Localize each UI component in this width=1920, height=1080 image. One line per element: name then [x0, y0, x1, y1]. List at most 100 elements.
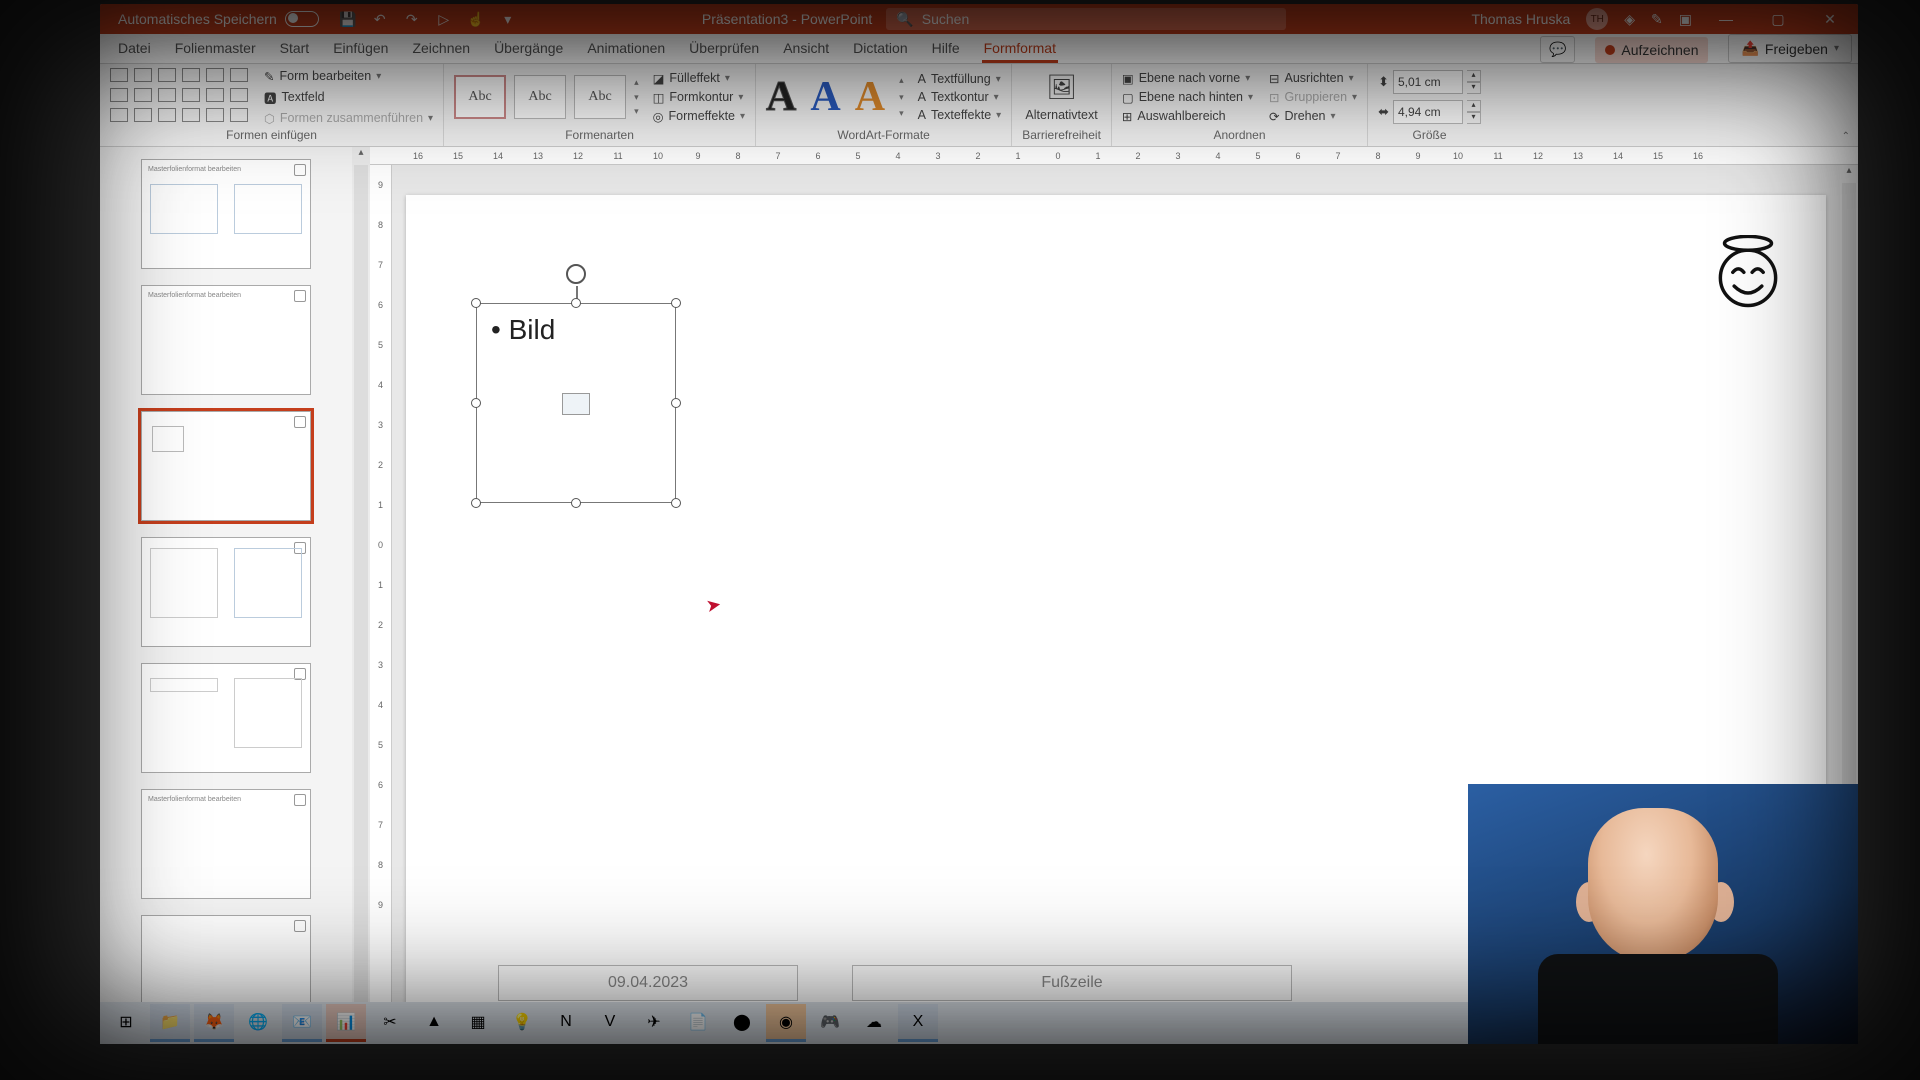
layout-thumb-3-selected[interactable] [141, 411, 311, 521]
layout-thumb-1[interactable]: Masterfolienformat bearbeiten [141, 159, 311, 269]
onenote-icon[interactable]: N [546, 1004, 586, 1042]
user-name-label[interactable]: Thomas Hruska [1471, 11, 1570, 27]
tab-animationen[interactable]: Animationen [585, 34, 667, 63]
resize-handle[interactable] [471, 298, 481, 308]
wordart-preset-2[interactable]: A [810, 73, 840, 121]
edit-shape-button[interactable]: ✎ Form bearbeiten ▾ [264, 69, 433, 84]
shape-fill-button[interactable]: ◪ Fülleffekt ▾ [653, 71, 745, 86]
undo-icon[interactable]: ↶ [371, 10, 389, 28]
spin-up-icon[interactable]: ▴ [1467, 70, 1481, 82]
textbox-button[interactable]: 🅰 Textfeld [264, 88, 433, 107]
spin-down-icon[interactable]: ▾ [1467, 82, 1481, 94]
record-dot-icon [1605, 45, 1615, 55]
diamond-icon[interactable]: ◈ [1624, 11, 1635, 28]
thumb-scrollbar[interactable]: ▴▾ [352, 147, 370, 1020]
send-backward-button[interactable]: ▢ Ebene nach hinten ▾ [1122, 90, 1253, 105]
selected-picture-placeholder[interactable]: • Bild [476, 303, 676, 503]
tab-start[interactable]: Start [278, 34, 312, 63]
style-preset-3[interactable]: Abc [574, 75, 626, 119]
start-from-beginning-icon[interactable]: ▷ [435, 10, 453, 28]
resize-handle[interactable] [671, 498, 681, 508]
align-button[interactable]: ⊟ Ausrichten ▾ [1269, 71, 1357, 86]
shape-effects-button[interactable]: ◎ Formeffekte ▾ [653, 109, 745, 124]
resize-handle[interactable] [471, 398, 481, 408]
explorer-icon[interactable]: 📁 [150, 1004, 190, 1042]
excel-icon[interactable]: X [898, 1004, 938, 1042]
powerpoint-icon[interactable]: 📊 [326, 1004, 366, 1042]
window-icon[interactable]: ▣ [1679, 11, 1692, 28]
ribbon-content: ✎ Form bearbeiten ▾ 🅰 Textfeld ⬡ Formen … [100, 64, 1858, 147]
footer-placeholder[interactable]: Fußzeile [852, 965, 1292, 1001]
start-button[interactable]: ⊞ [106, 1004, 146, 1042]
app-icon[interactable]: 💡 [502, 1004, 542, 1042]
wordart-preset-1[interactable]: A [766, 73, 796, 121]
tab-formformat[interactable]: Formformat [982, 34, 1058, 63]
qat-more-icon[interactable]: ▾ [499, 10, 517, 28]
record-button[interactable]: Aufzeichnen [1595, 37, 1708, 63]
maximize-button[interactable]: ▢ [1760, 4, 1796, 34]
app-icon[interactable]: ▦ [458, 1004, 498, 1042]
resize-handle[interactable] [571, 498, 581, 508]
chrome-icon[interactable]: 🌐 [238, 1004, 278, 1042]
tab-einfuegen[interactable]: Einfügen [331, 34, 390, 63]
height-field[interactable]: 5,01 cm [1393, 70, 1463, 94]
layout-thumb-4[interactable] [141, 537, 311, 647]
style-preset-2[interactable]: Abc [514, 75, 566, 119]
style-preset-1[interactable]: Abc [454, 75, 506, 119]
close-button[interactable]: ✕ [1812, 4, 1848, 34]
user-avatar[interactable]: TH [1586, 8, 1608, 30]
tab-hilfe[interactable]: Hilfe [930, 34, 962, 63]
resize-handle[interactable] [471, 498, 481, 508]
text-effects-button[interactable]: A Texteffekte ▾ [918, 108, 1002, 122]
layout-thumb-2[interactable]: Masterfolienformat bearbeiten [141, 285, 311, 395]
share-button[interactable]: 📤Freigeben▾ [1728, 34, 1852, 63]
text-outline-button[interactable]: A Textkontur ▾ [918, 90, 1002, 104]
save-icon[interactable]: 💾 [339, 10, 357, 28]
alt-text-icon[interactable]: 🖼 [1046, 73, 1076, 102]
app-icon[interactable]: ◉ [766, 1004, 806, 1042]
vlc-icon[interactable]: ▲ [414, 1004, 454, 1042]
app-icon[interactable]: ☁ [854, 1004, 894, 1042]
layout-thumb-5[interactable] [141, 663, 311, 773]
touch-mode-icon[interactable]: ☝ [467, 10, 485, 28]
telegram-icon[interactable]: ✈ [634, 1004, 674, 1042]
tab-uebergaenge[interactable]: Übergänge [492, 34, 565, 63]
tab-ueberpruefen[interactable]: Überprüfen [687, 34, 761, 63]
visio-icon[interactable]: V [590, 1004, 630, 1042]
bring-forward-button[interactable]: ▣ Ebene nach vorne ▾ [1122, 71, 1253, 86]
firefox-icon[interactable]: 🦊 [194, 1004, 234, 1042]
shape-outline-button[interactable]: ◫ Formkontur ▾ [653, 90, 745, 105]
shape-gallery[interactable] [110, 68, 252, 126]
tab-datei[interactable]: Datei [116, 34, 153, 63]
alt-text-button[interactable]: Alternativtext [1025, 108, 1097, 122]
discord-icon[interactable]: 🎮 [810, 1004, 850, 1042]
snip-icon[interactable]: ✂ [370, 1004, 410, 1042]
autosave-toggle[interactable]: Automatisches Speichern [118, 11, 319, 27]
outlook-icon[interactable]: 📧 [282, 1004, 322, 1042]
toggle-switch-icon[interactable] [285, 11, 319, 27]
layout-thumb-6[interactable]: Masterfolienformat bearbeiten [141, 789, 311, 899]
tab-zeichnen[interactable]: Zeichnen [410, 34, 472, 63]
text-fill-button[interactable]: A Textfüllung ▾ [918, 72, 1002, 86]
resize-handle[interactable] [671, 298, 681, 308]
width-field[interactable]: 4,94 cm [1393, 100, 1463, 124]
rotate-button[interactable]: ⟳ Drehen ▾ [1269, 109, 1357, 124]
minimize-button[interactable]: — [1708, 4, 1744, 34]
collapse-ribbon-icon[interactable]: ⌃ [1842, 131, 1850, 142]
redo-icon[interactable]: ↷ [403, 10, 421, 28]
date-placeholder[interactable]: 09.04.2023 [498, 965, 798, 1001]
app-icon[interactable]: 📄 [678, 1004, 718, 1042]
wordart-preset-3[interactable]: A [855, 73, 885, 121]
tab-folienmaster[interactable]: Folienmaster [173, 34, 258, 63]
comments-button[interactable]: 💬 [1540, 36, 1575, 63]
obs-icon[interactable]: ⬤ [722, 1004, 762, 1042]
resize-handle[interactable] [671, 398, 681, 408]
tab-dictation[interactable]: Dictation [851, 34, 909, 63]
search-box[interactable]: 🔍 Suchen [886, 8, 1286, 30]
picture-placeholder-icon[interactable] [562, 393, 590, 415]
resize-handle[interactable] [571, 298, 581, 308]
pen-icon[interactable]: ✎ [1651, 11, 1663, 28]
rotation-handle-icon[interactable] [566, 264, 586, 284]
selection-pane-button[interactable]: ⊞ Auswahlbereich [1122, 109, 1253, 124]
tab-ansicht[interactable]: Ansicht [781, 34, 831, 63]
